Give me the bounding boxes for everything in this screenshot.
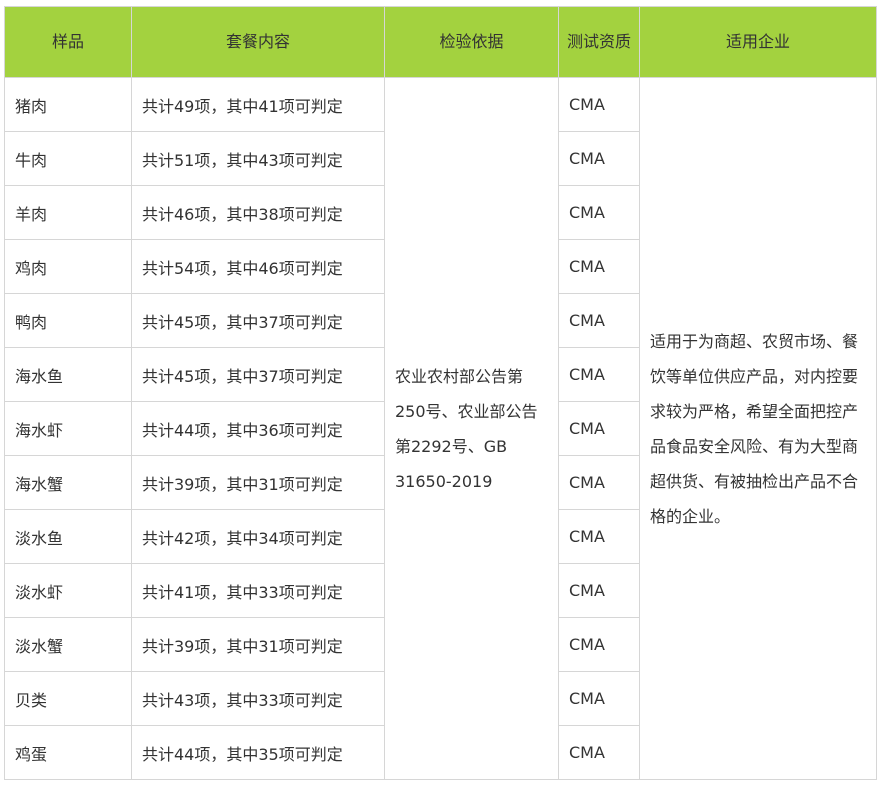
package-cell: 共计42项，其中34项可判定 [131, 509, 385, 564]
sample-cell: 羊肉 [4, 185, 132, 240]
testing-package-table: 样品 套餐内容 检验依据 测试资质 适用企业 猪肉 共计49项，其中41项可判定… [4, 6, 877, 780]
basis-cell: 农业农村部公告第250号、农业部公告第2292号、GB 31650-2019 [384, 77, 559, 780]
header-package: 套餐内容 [131, 6, 385, 78]
package-cell: 共计41项，其中33项可判定 [131, 563, 385, 618]
table-header: 样品 套餐内容 检验依据 测试资质 适用企业 [4, 6, 877, 78]
qualification-cell: CMA [558, 239, 640, 294]
qualification-cell: CMA [558, 671, 640, 726]
qualification-cell: CMA [558, 509, 640, 564]
package-cell: 共计46项，其中38项可判定 [131, 185, 385, 240]
sample-cell: 淡水虾 [4, 563, 132, 618]
table-wrapper: 样品 套餐内容 检验依据 测试资质 适用企业 猪肉 共计49项，其中41项可判定… [4, 6, 877, 780]
package-cell: 共计44项，其中35项可判定 [131, 725, 385, 780]
sample-cell: 贝类 [4, 671, 132, 726]
sample-cell: 海水虾 [4, 401, 132, 456]
qualification-cell: CMA [558, 185, 640, 240]
sample-cell: 淡水蟹 [4, 617, 132, 672]
header-applicable: 适用企业 [639, 6, 877, 78]
qualification-cell: CMA [558, 725, 640, 780]
package-cell: 共计49项，其中41项可判定 [131, 77, 385, 132]
qualification-cell: CMA [558, 455, 640, 510]
header-basis: 检验依据 [384, 6, 559, 78]
qualification-cell: CMA [558, 617, 640, 672]
package-cell: 共计51项，其中43项可判定 [131, 131, 385, 186]
qualification-cell: CMA [558, 563, 640, 618]
sample-cell: 海水鱼 [4, 347, 132, 402]
sample-cell: 淡水鱼 [4, 509, 132, 564]
qualification-cell: CMA [558, 401, 640, 456]
sample-cell: 鸡蛋 [4, 725, 132, 780]
qualification-cell: CMA [558, 77, 640, 132]
package-cell: 共计43项，其中33项可判定 [131, 671, 385, 726]
table-row: 猪肉 共计49项，其中41项可判定 农业农村部公告第250号、农业部公告第229… [4, 77, 877, 780]
sample-cell: 鸭肉 [4, 293, 132, 348]
package-cell: 共计54项，其中46项可判定 [131, 239, 385, 294]
qualification-cell: CMA [558, 293, 640, 348]
table-body: 猪肉 共计49项，其中41项可判定 农业农村部公告第250号、农业部公告第229… [4, 77, 877, 780]
header-qualification: 测试资质 [558, 6, 640, 78]
package-cell: 共计39项，其中31项可判定 [131, 455, 385, 510]
header-row: 样品 套餐内容 检验依据 测试资质 适用企业 [4, 6, 877, 78]
qualification-cell: CMA [558, 347, 640, 402]
qualification-cell: CMA [558, 131, 640, 186]
sample-cell: 牛肉 [4, 131, 132, 186]
applicable-cell: 适用于为商超、农贸市场、餐饮等单位供应产品，对内控要求较为严格，希望全面把控产品… [639, 77, 877, 780]
sample-cell: 海水蟹 [4, 455, 132, 510]
package-cell: 共计39项，其中31项可判定 [131, 617, 385, 672]
package-cell: 共计44项，其中36项可判定 [131, 401, 385, 456]
package-cell: 共计45项，其中37项可判定 [131, 293, 385, 348]
sample-cell: 鸡肉 [4, 239, 132, 294]
sample-cell: 猪肉 [4, 77, 132, 132]
package-cell: 共计45项，其中37项可判定 [131, 347, 385, 402]
header-sample: 样品 [4, 6, 132, 78]
